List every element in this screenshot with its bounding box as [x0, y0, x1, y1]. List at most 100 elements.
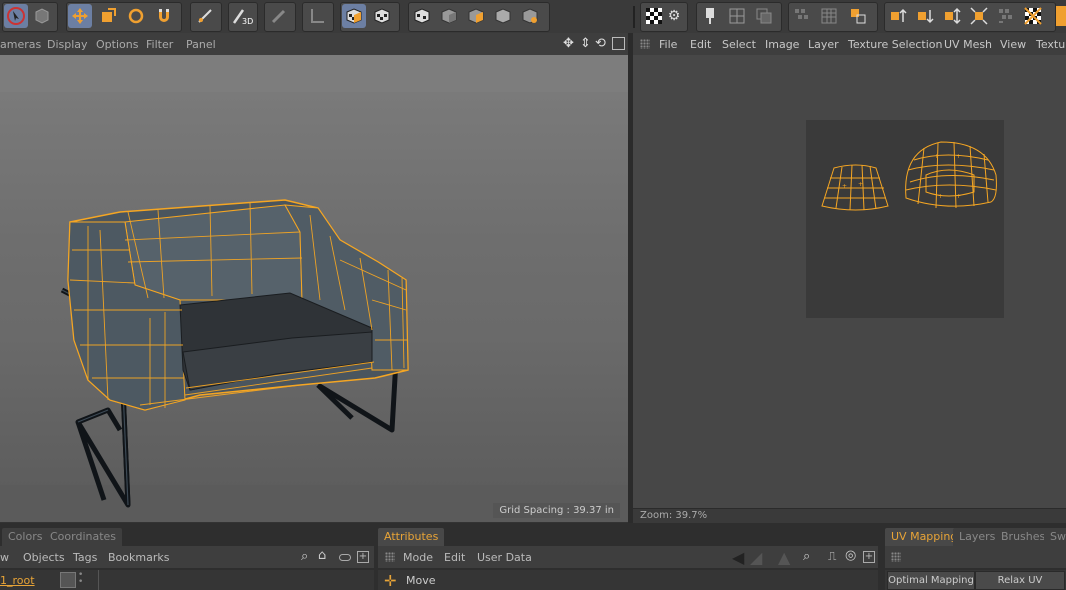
dolly-icon[interactable]: ⇕	[580, 36, 591, 51]
back-arrow-icon[interactable]: ◀	[732, 548, 744, 567]
uv-panel-row: Optimal Mapping Relax UV	[885, 570, 1066, 590]
uv-pin-button[interactable]	[698, 4, 722, 28]
tab-colors[interactable]: Colors	[2, 528, 49, 546]
knife-icon	[198, 9, 212, 23]
visibility-dots-icon[interactable]: • •	[78, 571, 83, 587]
move-tool-button[interactable]	[68, 4, 92, 28]
display-mode-3-button[interactable]	[464, 4, 488, 28]
relax-uv-button[interactable]: Relax UV	[975, 571, 1065, 590]
axis-button[interactable]	[305, 4, 329, 28]
uv-grid-button[interactable]	[725, 4, 749, 28]
attr-menu-edit[interactable]: Edit	[444, 551, 465, 564]
up-arrow-icon[interactable]: ◢	[750, 548, 762, 567]
uv-snap-button[interactable]	[846, 4, 870, 28]
new-panel-icon[interactable]: +	[863, 551, 875, 563]
maximize-icon[interactable]	[612, 37, 625, 50]
grip-icon[interactable]	[640, 39, 650, 49]
display-mode-4-button[interactable]	[491, 4, 515, 28]
scale-tool-button[interactable]	[96, 4, 120, 28]
search-icon[interactable]: ⌕	[301, 549, 308, 564]
om-menu-view[interactable]: w	[0, 551, 9, 564]
main-toolbar: 3D ⚙	[0, 0, 1066, 34]
display-mode-2-button[interactable]	[437, 4, 461, 28]
menu-panel[interactable]: Panel	[186, 38, 216, 51]
brush-3d-icon: 3D	[232, 9, 253, 26]
menu-filter[interactable]: Filter	[146, 38, 173, 51]
svg-text:+: +	[858, 181, 863, 188]
uv-align-bottom-button[interactable]	[913, 4, 937, 28]
checker-cube-button[interactable]	[370, 4, 394, 28]
link-icon[interactable]	[339, 554, 351, 561]
uv-menu-texture[interactable]: Textur	[1036, 38, 1066, 51]
object-manager-menubar: w Objects Tags Bookmarks ⌕ ⌂ +	[0, 546, 374, 568]
om-menu-bookmarks[interactable]: Bookmarks	[108, 551, 169, 564]
new-panel-icon[interactable]: +	[357, 551, 369, 563]
home-icon[interactable]: ⌂	[318, 548, 326, 563]
uv-pattern-button[interactable]	[790, 4, 814, 28]
tab-brushes[interactable]: Brushes	[995, 528, 1052, 546]
attr-menu-mode[interactable]: Mode	[403, 551, 433, 564]
tab-attributes[interactable]: Attributes	[378, 528, 445, 546]
tab-uv-mapping[interactable]: UV Mapping	[885, 528, 964, 546]
scale-icon	[102, 8, 116, 22]
menu-display[interactable]: Display	[47, 38, 88, 51]
uv-copy-button[interactable]	[752, 4, 776, 28]
menu-options[interactable]: Options	[96, 38, 138, 51]
gear-icon[interactable]: ⚙	[664, 4, 684, 28]
svg-text:+: +	[956, 153, 961, 160]
live-selection-button[interactable]	[4, 4, 28, 28]
box-selection-button[interactable]	[30, 4, 54, 28]
uv-align-top-button[interactable]	[886, 4, 910, 28]
textured-cube-button[interactable]	[342, 4, 366, 28]
paint-3d-button[interactable]: 3D	[230, 4, 254, 28]
tab-coordinates[interactable]: Coordinates	[44, 528, 123, 546]
uv-flip-vertical-button[interactable]	[940, 4, 964, 28]
uv-checker-x-button[interactable]	[1021, 4, 1045, 28]
table-icon	[821, 8, 837, 24]
uv-menu-image[interactable]: Image	[765, 38, 799, 51]
attr-menu-user-data[interactable]: User Data	[477, 551, 532, 564]
uv-menu-select[interactable]: Select	[722, 38, 756, 51]
knife-tool-button[interactable]	[193, 4, 217, 28]
om-menu-objects[interactable]: Objects	[23, 551, 65, 564]
om-menu-tags[interactable]: Tags	[73, 551, 97, 564]
forward-arrow-icon[interactable]: ▲	[778, 548, 790, 567]
object-row[interactable]: 1_root • •	[0, 570, 374, 590]
menu-cameras[interactable]: ameras	[0, 38, 41, 51]
uv-menu-uv-mesh[interactable]: UV Mesh	[944, 38, 992, 51]
checkerboard-icon	[646, 8, 662, 24]
pan-icon[interactable]: ✥	[563, 36, 574, 51]
optimal-mapping-button[interactable]: Optimal Mapping	[887, 571, 975, 590]
target-icon[interactable]: ◎	[845, 548, 856, 563]
align-down-icon	[918, 10, 934, 24]
svg-text:+: +	[934, 153, 939, 160]
attributes-row: ✛ Move	[378, 570, 878, 590]
uv-menu-file[interactable]: File	[659, 38, 677, 51]
checker-x-icon	[1024, 7, 1042, 25]
orbit-icon[interactable]: ⟲	[595, 36, 606, 51]
uv-fit-button[interactable]	[967, 4, 991, 28]
uv-menu-view[interactable]: View	[1000, 38, 1026, 51]
perspective-viewport[interactable]: Grid Spacing : 39.37 in	[0, 55, 628, 522]
align-up-icon	[891, 8, 907, 22]
tab-swatches[interactable]: Swa	[1044, 528, 1066, 546]
uv-overflow-button[interactable]	[1056, 4, 1066, 28]
display-mode-5-button[interactable]	[518, 4, 542, 28]
magnet-icon	[159, 9, 169, 22]
paint-brush-button[interactable]	[267, 4, 291, 28]
grip-icon[interactable]	[891, 552, 901, 562]
uv-texture-tile[interactable]: + + + + + +	[806, 120, 1004, 318]
display-mode-1-button[interactable]	[410, 4, 434, 28]
uv-calendar-button[interactable]	[817, 4, 841, 28]
uv-checker-button[interactable]	[642, 4, 666, 28]
rotate-tool-button[interactable]	[124, 4, 148, 28]
object-name[interactable]: 1_root	[0, 574, 35, 587]
lock-icon[interactable]: ⎍	[828, 549, 836, 564]
uv-pattern-2-button[interactable]	[994, 4, 1018, 28]
uv-menu-layer[interactable]: Layer	[808, 38, 839, 51]
magnet-tool-button[interactable]	[152, 4, 176, 28]
uv-menu-texture-selection[interactable]: Texture Selection	[848, 38, 942, 51]
grip-icon[interactable]	[385, 552, 395, 562]
search-icon[interactable]: ⌕	[803, 549, 810, 564]
uv-menu-edit[interactable]: Edit	[690, 38, 711, 51]
